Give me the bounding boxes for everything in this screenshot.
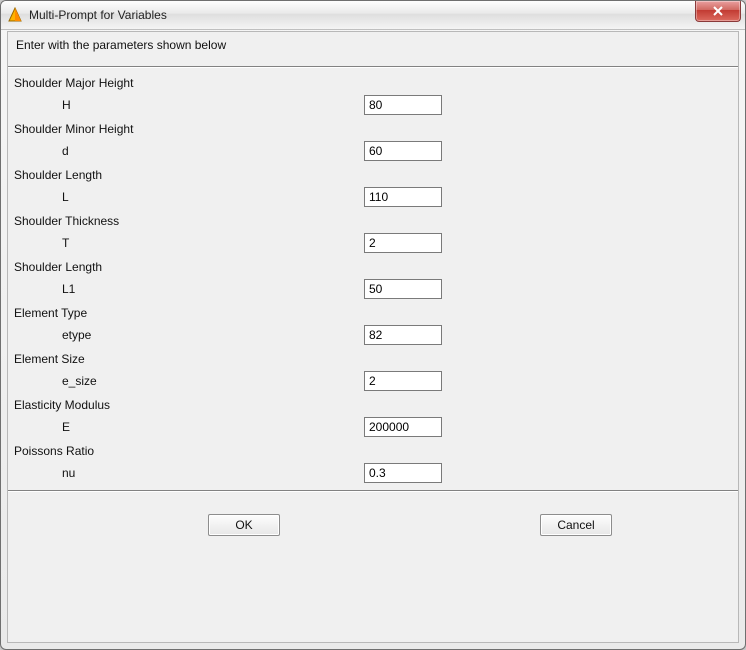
form-area: Shoulder Major Height H Shoulder Minor H… bbox=[8, 68, 738, 490]
field-row: T bbox=[14, 230, 732, 256]
field-label: Element Type bbox=[14, 306, 732, 322]
field-label: Shoulder Major Height bbox=[14, 76, 732, 92]
field-group: Shoulder Thickness T bbox=[8, 210, 738, 256]
field-label: Element Size bbox=[14, 352, 732, 368]
field-varname: etype bbox=[14, 328, 364, 342]
field-input-esize[interactable] bbox=[364, 371, 442, 391]
dialog-window: Multi-Prompt for Variables Enter with th… bbox=[0, 0, 746, 650]
field-input-L1[interactable] bbox=[364, 279, 442, 299]
field-group: Poissons Ratio nu bbox=[8, 440, 738, 486]
field-row: H bbox=[14, 92, 732, 118]
close-button[interactable] bbox=[695, 1, 741, 22]
instructions-text: Enter with the parameters shown below bbox=[8, 32, 738, 66]
field-group: Element Type etype bbox=[8, 302, 738, 348]
field-label: Shoulder Minor Height bbox=[14, 122, 732, 138]
field-varname: L bbox=[14, 190, 364, 204]
field-group: Shoulder Major Height H bbox=[8, 72, 738, 118]
field-label: Shoulder Length bbox=[14, 260, 732, 276]
field-input-E[interactable] bbox=[364, 417, 442, 437]
field-label: Poissons Ratio bbox=[14, 444, 732, 460]
app-icon bbox=[7, 7, 23, 23]
field-row: L bbox=[14, 184, 732, 210]
title-bar: Multi-Prompt for Variables bbox=[1, 1, 745, 30]
field-label: Shoulder Length bbox=[14, 168, 732, 184]
field-varname: T bbox=[14, 236, 364, 250]
field-input-nu[interactable] bbox=[364, 463, 442, 483]
field-varname: e_size bbox=[14, 374, 364, 388]
field-row: d bbox=[14, 138, 732, 164]
field-row: L1 bbox=[14, 276, 732, 302]
field-row: e_size bbox=[14, 368, 732, 394]
field-group: Shoulder Minor Height d bbox=[8, 118, 738, 164]
field-varname: H bbox=[14, 98, 364, 112]
window-title: Multi-Prompt for Variables bbox=[29, 7, 167, 23]
button-bar: OK Cancel bbox=[8, 492, 738, 536]
field-varname: L1 bbox=[14, 282, 364, 296]
field-input-L[interactable] bbox=[364, 187, 442, 207]
field-varname: E bbox=[14, 420, 364, 434]
field-group: Element Size e_size bbox=[8, 348, 738, 394]
field-varname: d bbox=[14, 144, 364, 158]
close-icon bbox=[712, 5, 724, 17]
field-varname: nu bbox=[14, 466, 364, 480]
client-area: Enter with the parameters shown below Sh… bbox=[7, 31, 739, 643]
field-group: Shoulder Length L bbox=[8, 164, 738, 210]
ok-button[interactable]: OK bbox=[208, 514, 280, 536]
field-row: etype bbox=[14, 322, 732, 348]
field-row: E bbox=[14, 414, 732, 440]
field-row: nu bbox=[14, 460, 732, 486]
field-input-d[interactable] bbox=[364, 141, 442, 161]
field-label: Elasticity Modulus bbox=[14, 398, 732, 414]
field-input-H[interactable] bbox=[364, 95, 442, 115]
field-input-etype[interactable] bbox=[364, 325, 442, 345]
field-label: Shoulder Thickness bbox=[14, 214, 732, 230]
field-group: Elasticity Modulus E bbox=[8, 394, 738, 440]
field-input-T[interactable] bbox=[364, 233, 442, 253]
field-group: Shoulder Length L1 bbox=[8, 256, 738, 302]
cancel-button[interactable]: Cancel bbox=[540, 514, 612, 536]
